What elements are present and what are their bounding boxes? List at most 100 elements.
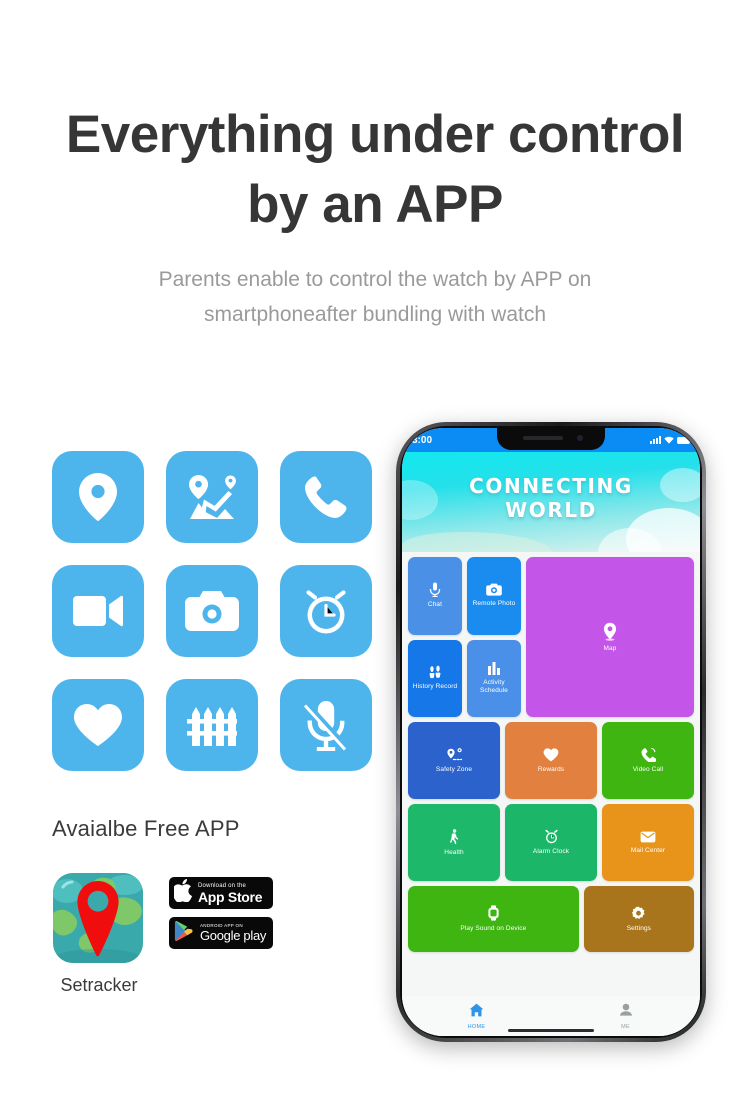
app-tile-label: Activity Schedule: [480, 679, 508, 695]
envelope-icon: [640, 831, 656, 843]
footsteps-icon: [428, 665, 442, 679]
feature-icon-grid: [52, 451, 374, 771]
app-tile-remote-photo[interactable]: Remote Photo: [467, 557, 521, 635]
nav-item-home[interactable]: HOME: [402, 1003, 551, 1030]
app-tile-label: Video Call: [632, 766, 664, 773]
signal-strength-icon: [650, 436, 661, 444]
heart-icon: [543, 747, 559, 762]
app-tile-history-record[interactable]: History Record: [408, 639, 462, 717]
banner-title-line-1: CONNECTING: [469, 474, 633, 498]
phone-notch: [497, 428, 605, 450]
app-tile-label: Remote Photo: [472, 600, 516, 608]
wifi-icon: [664, 431, 674, 449]
feature-tile-alarm[interactable]: [280, 565, 372, 657]
app-tile-alarm-clock[interactable]: Alarm Clock: [505, 804, 597, 881]
tile-row: Safety Zone Rewards Video Call: [408, 722, 694, 799]
app-tile-label: History Record: [412, 683, 458, 691]
speaker-grille: [523, 436, 563, 440]
app-tile-health[interactable]: Health: [408, 804, 500, 881]
nav-item-label: ME: [621, 1023, 630, 1030]
status-bar-time: 3:00: [412, 434, 433, 446]
banner-title-line-2: WORLD: [505, 498, 597, 522]
headline-line-2: by an APP: [247, 175, 503, 234]
apple-logo-icon: [172, 879, 193, 907]
app-tile-label: Rewards: [537, 765, 565, 773]
app-banner: CONNECTING WORLD: [402, 452, 700, 552]
setracker-app-label: Setracker: [60, 975, 138, 995]
camera-icon: [486, 583, 502, 596]
feature-tile-fence[interactable]: [166, 679, 258, 771]
watch-icon: [487, 905, 500, 921]
headline-line-1: Everything under control: [65, 105, 685, 164]
app-tile-label: Play Sound on Device: [460, 925, 527, 932]
microphone-icon: [429, 582, 441, 598]
feature-tile-mute[interactable]: [280, 679, 372, 771]
phone-call-icon: [641, 747, 656, 762]
app-tile-mail-center[interactable]: Mail Center: [602, 804, 694, 881]
app-tile-label: Safety Zone: [435, 765, 473, 773]
store-badges: Download on the App Store ANDROID APP ON…: [169, 877, 273, 957]
app-tile-video-call[interactable]: Video Call: [602, 722, 694, 799]
google-play-badge-big: Google play: [200, 928, 267, 944]
alarm-clock-icon: [300, 586, 352, 636]
video-camera-icon: [71, 592, 125, 630]
app-tile-label: Health: [444, 848, 464, 856]
google-play-logo-icon: [174, 920, 195, 947]
app-tile-grid: Chat History Record Remote Photo Activit…: [402, 552, 700, 957]
app-store-badge-small: Download on the: [198, 882, 247, 889]
app-tile-chat[interactable]: Chat: [408, 557, 462, 635]
app-tile-label: Settings: [626, 924, 652, 932]
google-play-badge[interactable]: ANDROID APP ON Google play: [169, 917, 273, 949]
nav-item-me[interactable]: ME: [551, 1003, 700, 1030]
fence-icon: [187, 702, 237, 748]
landing-page-section: Everything under control by an APP Paren…: [0, 0, 750, 1099]
app-store-badge-big: App Store: [198, 888, 263, 905]
setracker-app-icon[interactable]: [53, 873, 143, 963]
phone-call-icon: [302, 473, 350, 521]
feature-tile-health[interactable]: [52, 679, 144, 771]
geofence-pin-icon: [446, 747, 463, 762]
walking-icon: [448, 828, 460, 845]
nav-item-label: HOME: [467, 1023, 486, 1030]
phone-screen: 3:00 CONNECTING WORLD Chat History Recor…: [402, 428, 700, 1036]
feature-tile-video[interactable]: [52, 565, 144, 657]
app-tile-play-sound-on-device[interactable]: Play Sound on Device: [408, 886, 579, 952]
front-camera-icon: [577, 435, 583, 441]
location-pin-icon: [75, 472, 121, 522]
camera-icon: [185, 589, 239, 633]
tile-row: Health Alarm Clock Mail Center: [408, 804, 694, 881]
phone-mockup: 3:00 CONNECTING WORLD Chat History Recor…: [396, 422, 706, 1042]
map-pin-icon: [602, 622, 618, 641]
app-tile-label: Alarm Clock: [532, 848, 570, 855]
home-indicator: [508, 1029, 594, 1032]
cloud-decoration: [402, 532, 552, 552]
app-store-badge[interactable]: Download on the App Store: [169, 877, 273, 909]
banner-title: CONNECTING WORLD: [402, 474, 700, 522]
feature-tile-camera[interactable]: [166, 565, 258, 657]
page-subtitle: Parents enable to control the watch by A…: [158, 268, 592, 326]
home-icon: [469, 1003, 484, 1022]
app-tile-activity-schedule[interactable]: Activity Schedule: [467, 639, 521, 717]
heart-icon: [72, 702, 124, 748]
free-app-heading: Avaialbe Free APP: [52, 816, 240, 841]
tile-row: Chat History Record Remote Photo Activit…: [408, 557, 694, 717]
app-tile-rewards[interactable]: Rewards: [505, 722, 597, 799]
feature-tile-call[interactable]: [280, 451, 372, 543]
feature-tile-location[interactable]: [52, 451, 144, 543]
app-tile-label: Mail Center: [630, 846, 666, 854]
app-tile-label: Map: [603, 644, 617, 652]
microphone-muted-icon: [302, 699, 350, 751]
app-tile-label: Chat: [427, 601, 443, 609]
feature-tile-route[interactable]: [166, 451, 258, 543]
gear-icon: [631, 906, 646, 921]
bar-chart-icon: [487, 661, 501, 676]
alarm-clock-icon: [544, 829, 559, 844]
app-tile-safety-zone[interactable]: Safety Zone: [408, 722, 500, 799]
app-tile-map[interactable]: Map: [526, 557, 694, 717]
tile-row: Play Sound on Device Settings: [408, 886, 694, 952]
person-icon: [619, 1003, 633, 1022]
battery-icon: [677, 436, 690, 444]
route-map-icon: [184, 473, 240, 521]
page-title: Everything under control by an APP: [0, 100, 750, 240]
app-tile-settings[interactable]: Settings: [583, 886, 694, 952]
